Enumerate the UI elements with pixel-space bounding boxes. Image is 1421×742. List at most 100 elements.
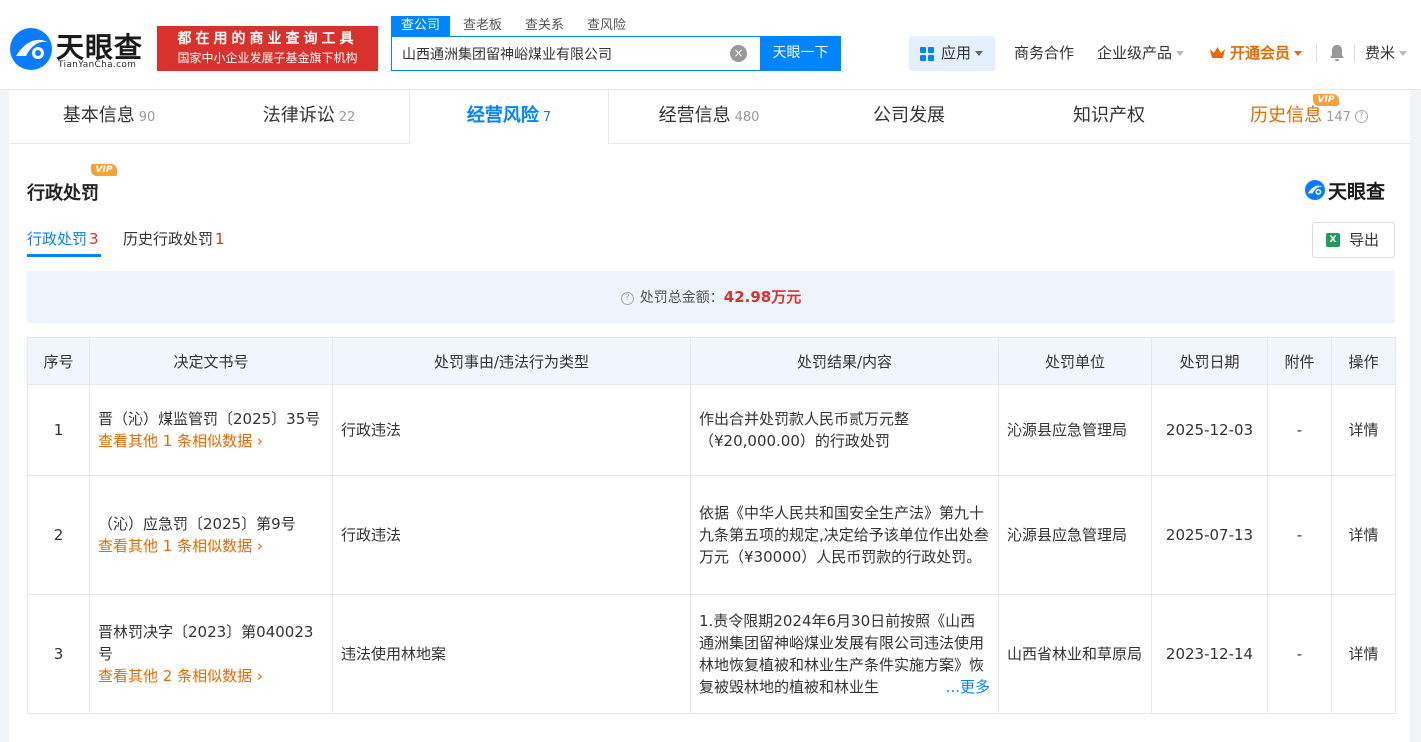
- table-row: 2 （沁）应急罚〔2025〕第9号 查看其他 1 条相似数据 › 行政违法 依据…: [27, 475, 1396, 595]
- doc-number: （沁）应急罚〔2025〕第9号: [98, 515, 296, 533]
- cell-result: 作出合并处罚款人民币贰万元整（¥20,000.00）的行政处罚: [690, 384, 999, 476]
- chevron-down-icon: [1399, 51, 1408, 56]
- subtab-count: 1: [215, 230, 225, 248]
- cell-date: 2025-07-13: [1151, 475, 1268, 595]
- help-icon[interactable]: ?: [1354, 109, 1368, 123]
- user-name: 费米: [1365, 44, 1396, 62]
- tab-count: 7: [542, 110, 552, 125]
- col-header-action: 操作: [1331, 337, 1396, 385]
- table-header-row: 序号 决定文书号 处罚事由/违法行为类型 处罚结果/内容 处罚单位 处罚日期 附…: [27, 337, 1396, 385]
- search-tab-company[interactable]: 查公司: [391, 16, 451, 36]
- bell-icon[interactable]: [1329, 44, 1345, 62]
- col-header-reason: 处罚事由/违法行为类型: [332, 337, 691, 385]
- admin-penalty-card: 行政处罚 VIP 天眼查 行政处罚 3 历史行政处罚 1 X 导出 ? 处罚总金额：4…: [9, 144, 1410, 742]
- similar-data-link[interactable]: 查看其他 1 条相似数据 ›: [98, 430, 324, 452]
- cell-reason: 违法使用林地案: [332, 594, 691, 714]
- tab-history[interactable]: 历史信息 147? VIP: [1209, 90, 1409, 144]
- export-label: 导出: [1349, 231, 1380, 249]
- cell-attach: -: [1267, 475, 1332, 595]
- nav-business[interactable]: 商务合作: [1014, 42, 1074, 64]
- search-box: × 天眼一下: [391, 36, 841, 71]
- help-icon[interactable]: ?: [620, 291, 634, 305]
- search-input[interactable]: [392, 37, 727, 70]
- export-button[interactable]: X 导出: [1312, 222, 1395, 258]
- cell-unit: 山西省林业和草原局: [998, 594, 1152, 714]
- tab-label: 法律诉讼: [262, 105, 335, 126]
- search-tab-boss[interactable]: 查老板: [463, 16, 502, 36]
- col-header-unit: 处罚单位: [998, 337, 1152, 385]
- clear-icon[interactable]: ×: [730, 45, 747, 62]
- nav-enterprise-label: 企业级产品: [1097, 44, 1173, 62]
- company-main-tabs: 基本信息 90 法律诉讼 22 经营风险 7 经营信息 480 公司发展 知识产权 历史…: [9, 90, 1410, 144]
- penalty-table: 序号 决定文书号 处罚事由/违法行为类型 处罚结果/内容 处罚单位 处罚日期 附…: [27, 337, 1396, 714]
- cell-date: 2025-12-03: [1151, 384, 1268, 476]
- tab-label: 公司发展: [873, 105, 945, 126]
- search-button[interactable]: 天眼一下: [760, 36, 841, 71]
- cell-result: 依据《中华人民共和国安全生产法》第九十九条第五项的规定,决定给予该单位作出处叁万…: [690, 475, 999, 595]
- tab-development[interactable]: 公司发展: [809, 90, 1009, 144]
- slogan-banner: 都在用的商业查询工具 国家中小企业发展子基金旗下机构: [157, 26, 378, 71]
- vip-badge: VIP: [1313, 94, 1339, 106]
- detail-link[interactable]: 详情: [1331, 384, 1396, 476]
- crown-icon: [1210, 47, 1225, 58]
- tab-label: 历史信息: [1250, 105, 1323, 126]
- subtab-label: 行政处罚: [27, 230, 88, 248]
- subtab-history-penalty[interactable]: 历史行政处罚 1: [123, 228, 225, 249]
- tab-count: 480: [734, 110, 760, 125]
- tab-legal[interactable]: 法律诉讼 22: [209, 90, 409, 144]
- subtab-active-indicator: [27, 254, 101, 257]
- chevron-down-icon: [1294, 51, 1303, 56]
- cell-no: 2: [27, 475, 90, 595]
- tab-operating-info[interactable]: 经营信息 480: [609, 90, 809, 144]
- logo-domain: TianYanCha.com: [58, 60, 137, 70]
- col-header-date: 处罚日期: [1151, 337, 1268, 385]
- nav-divider: [1316, 44, 1317, 62]
- subtab-count: 3: [89, 230, 99, 248]
- table-row: 3 晋林罚决字〔2023〕第040023号 查看其他 2 条相似数据 › 违法使…: [27, 594, 1396, 714]
- user-menu[interactable]: 费米: [1365, 42, 1408, 64]
- slogan-line2: 国家中小企业发展子基金旗下机构: [177, 51, 358, 65]
- more-link[interactable]: ...更多: [938, 676, 990, 698]
- summary-amount: 42.98万元: [723, 288, 802, 306]
- doc-number: 晋（沁）煤监管罚〔2025〕35号: [98, 410, 321, 428]
- detail-link[interactable]: 详情: [1331, 475, 1396, 595]
- table-row: 1 晋（沁）煤监管罚〔2025〕35号 查看其他 1 条相似数据 › 行政违法 …: [27, 384, 1396, 476]
- apps-grid-icon: [920, 47, 934, 61]
- brand-text: 天眼查: [1328, 181, 1386, 203]
- tianyancha-logo-icon: [10, 28, 52, 70]
- nav-vip-member[interactable]: 开通会员: [1230, 42, 1303, 64]
- cell-doc: 晋（沁）煤监管罚〔2025〕35号 查看其他 1 条相似数据 ›: [89, 384, 333, 476]
- site-logo[interactable]: 天眼查 TianYanCha.com: [8, 26, 153, 74]
- tianyancha-logo-icon: [1304, 179, 1326, 201]
- tab-label: 经营信息: [658, 105, 731, 126]
- cell-attach: -: [1267, 384, 1332, 476]
- subtab-admin-penalty[interactable]: 行政处罚 3: [27, 228, 99, 249]
- col-header-no: 序号: [27, 337, 90, 385]
- nav-vip-label: 开通会员: [1230, 44, 1291, 62]
- cell-unit: 沁源县应急管理局: [998, 384, 1152, 476]
- top-header: 天眼查 TianYanCha.com 都在用的商业查询工具 国家中小企业发展子基…: [0, 0, 1421, 90]
- cell-result: 1.责令限期2024年6月30日前按照《山西通洲集团留神峪煤业发展有限公司违法使…: [690, 594, 999, 714]
- detail-link[interactable]: 详情: [1331, 594, 1396, 714]
- tab-ip[interactable]: 知识产权: [1009, 90, 1209, 144]
- subtab-label: 历史行政处罚: [123, 230, 214, 248]
- tab-label: 基本信息: [62, 105, 135, 126]
- tab-operating-risk[interactable]: 经营风险 7: [409, 90, 609, 144]
- tab-count: 90: [138, 110, 156, 125]
- vip-badge: VIP: [91, 164, 117, 176]
- apps-menu-button[interactable]: 应用: [909, 36, 995, 71]
- section-title: 行政处罚: [27, 183, 99, 204]
- search-tab-risk[interactable]: 查风险: [587, 16, 626, 36]
- cell-reason: 行政违法: [332, 384, 691, 476]
- similar-data-link[interactable]: 查看其他 1 条相似数据 ›: [98, 535, 324, 557]
- nav-divider: [1354, 44, 1355, 62]
- tab-basic-info[interactable]: 基本信息 90: [9, 90, 209, 144]
- tab-count: 147: [1326, 110, 1351, 125]
- chevron-down-icon: [1176, 51, 1185, 56]
- search-tab-relation[interactable]: 查关系: [525, 16, 564, 36]
- nav-enterprise-products[interactable]: 企业级产品: [1097, 42, 1185, 64]
- doc-number: 晋林罚决字〔2023〕第040023号: [98, 623, 314, 663]
- tab-count: 22: [338, 110, 356, 125]
- col-header-doc: 决定文书号: [89, 337, 333, 385]
- similar-data-link[interactable]: 查看其他 2 条相似数据 ›: [98, 665, 324, 687]
